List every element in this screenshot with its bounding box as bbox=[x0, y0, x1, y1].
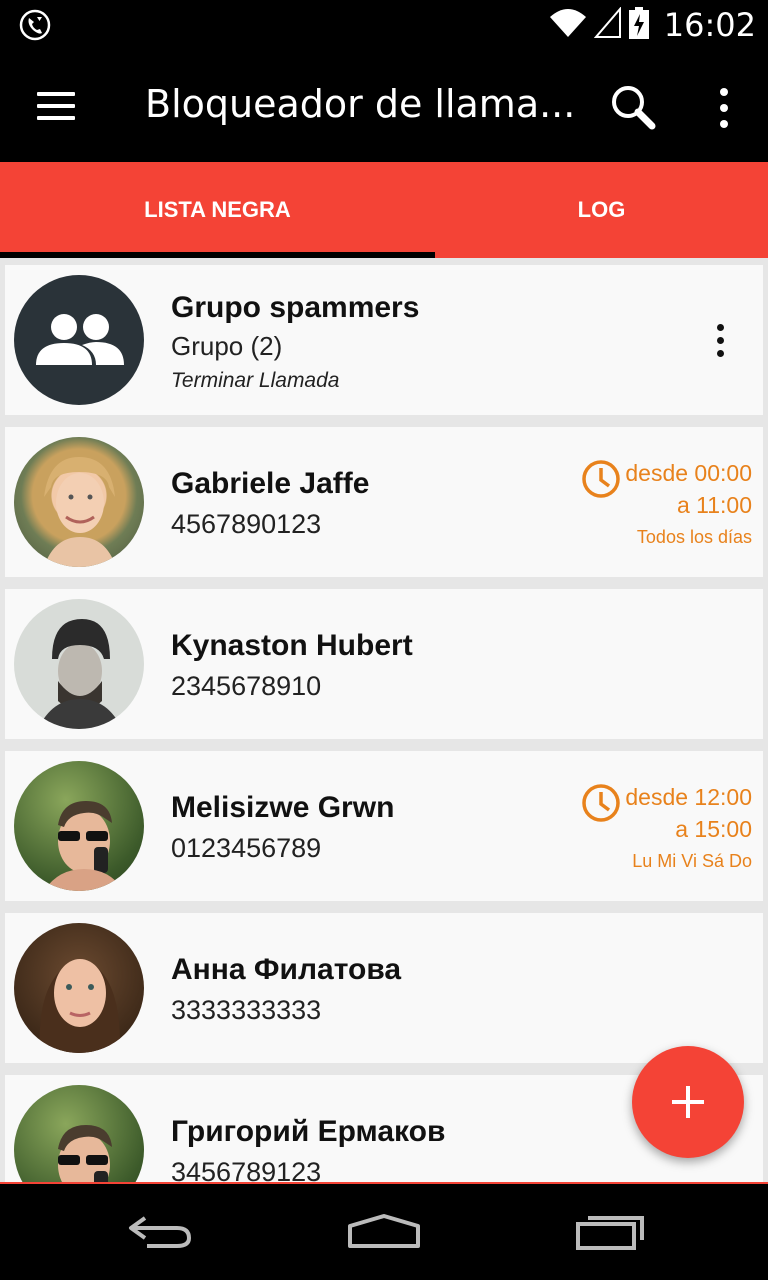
battery-charging-icon bbox=[628, 6, 650, 45]
contact-name: Melisizwe Grwn bbox=[171, 791, 395, 824]
tab-bar: LISTA NEGRA LOG bbox=[0, 162, 768, 258]
list-item-contact[interactable]: Kynaston Hubert 2345678910 bbox=[5, 589, 763, 739]
add-button[interactable] bbox=[632, 1046, 744, 1158]
list-item-contact[interactable]: Melisizwe Grwn 0123456789 desde 12:00 a … bbox=[5, 751, 763, 901]
schedule-to: a 15:00 bbox=[675, 816, 752, 842]
avatar bbox=[14, 923, 144, 1053]
contact-name: Kynaston Hubert bbox=[171, 629, 413, 662]
contact-number: 0123456789 bbox=[171, 833, 322, 863]
clock-icon bbox=[582, 460, 621, 498]
add-icon bbox=[672, 1086, 704, 1118]
schedule: desde 12:00 a 15:00 Lu Mi Vi Sá Do bbox=[582, 781, 752, 876]
group-subtitle: Grupo (2) bbox=[171, 331, 283, 361]
group-icon bbox=[14, 275, 144, 405]
schedule: desde 00:00 a 11:00 Todos los días bbox=[582, 457, 752, 552]
contact-name: Григорий Ермаков bbox=[171, 1115, 446, 1148]
home-icon[interactable] bbox=[334, 1204, 434, 1260]
contact-number: 3333333333 bbox=[171, 995, 322, 1025]
contact-number: 4567890123 bbox=[171, 509, 322, 539]
schedule-to: a 11:00 bbox=[676, 492, 752, 518]
hamburger-menu-icon[interactable] bbox=[26, 78, 86, 134]
list-item-contact[interactable]: Анна Филатова 3333333333 bbox=[5, 913, 763, 1063]
app-title: Bloqueador de llama... bbox=[145, 82, 576, 126]
schedule-days: Lu Mi Vi Sá Do bbox=[632, 851, 752, 871]
tab-log[interactable]: LOG bbox=[435, 162, 768, 258]
tab-lista-negra[interactable]: LISTA NEGRA bbox=[0, 162, 435, 258]
call-blocker-notification-icon bbox=[18, 8, 52, 42]
group-name: Grupo spammers bbox=[171, 291, 420, 324]
navigation-bar bbox=[0, 1184, 768, 1280]
contact-number: 2345678910 bbox=[171, 671, 322, 701]
avatar bbox=[14, 1085, 144, 1184]
list-item-contact[interactable]: Gabriele Jaffe 4567890123 desde 00:00 a … bbox=[5, 427, 763, 577]
signal-icon bbox=[593, 5, 622, 44]
recents-icon[interactable] bbox=[560, 1204, 660, 1260]
clock-icon bbox=[582, 784, 621, 822]
contact-number: 3456789123 bbox=[171, 1157, 322, 1184]
search-icon[interactable] bbox=[600, 78, 664, 138]
contact-name: Анна Филатова bbox=[171, 953, 402, 986]
more-vert-icon[interactable] bbox=[700, 78, 748, 138]
back-icon[interactable] bbox=[110, 1204, 210, 1260]
contact-name: Gabriele Jaffe bbox=[171, 467, 370, 500]
schedule-days: Todos los días bbox=[636, 527, 752, 547]
blacklist: Grupo spammers Grupo (2) Terminar Llamad… bbox=[0, 258, 768, 1184]
list-item-group[interactable]: Grupo spammers Grupo (2) Terminar Llamad… bbox=[5, 265, 763, 415]
wifi-icon bbox=[548, 7, 588, 44]
group-more-vert-icon[interactable] bbox=[705, 320, 735, 360]
status-time: 16:02 bbox=[663, 6, 756, 44]
status-bar: 16:02 bbox=[0, 0, 768, 50]
avatar bbox=[14, 761, 144, 891]
avatar bbox=[14, 599, 144, 729]
schedule-from: desde 00:00 bbox=[625, 460, 752, 486]
avatar bbox=[14, 437, 144, 567]
group-action: Terminar Llamada bbox=[171, 369, 340, 392]
app-bar: Bloqueador de llama... bbox=[0, 50, 768, 162]
schedule-from: desde 12:00 bbox=[625, 784, 752, 810]
